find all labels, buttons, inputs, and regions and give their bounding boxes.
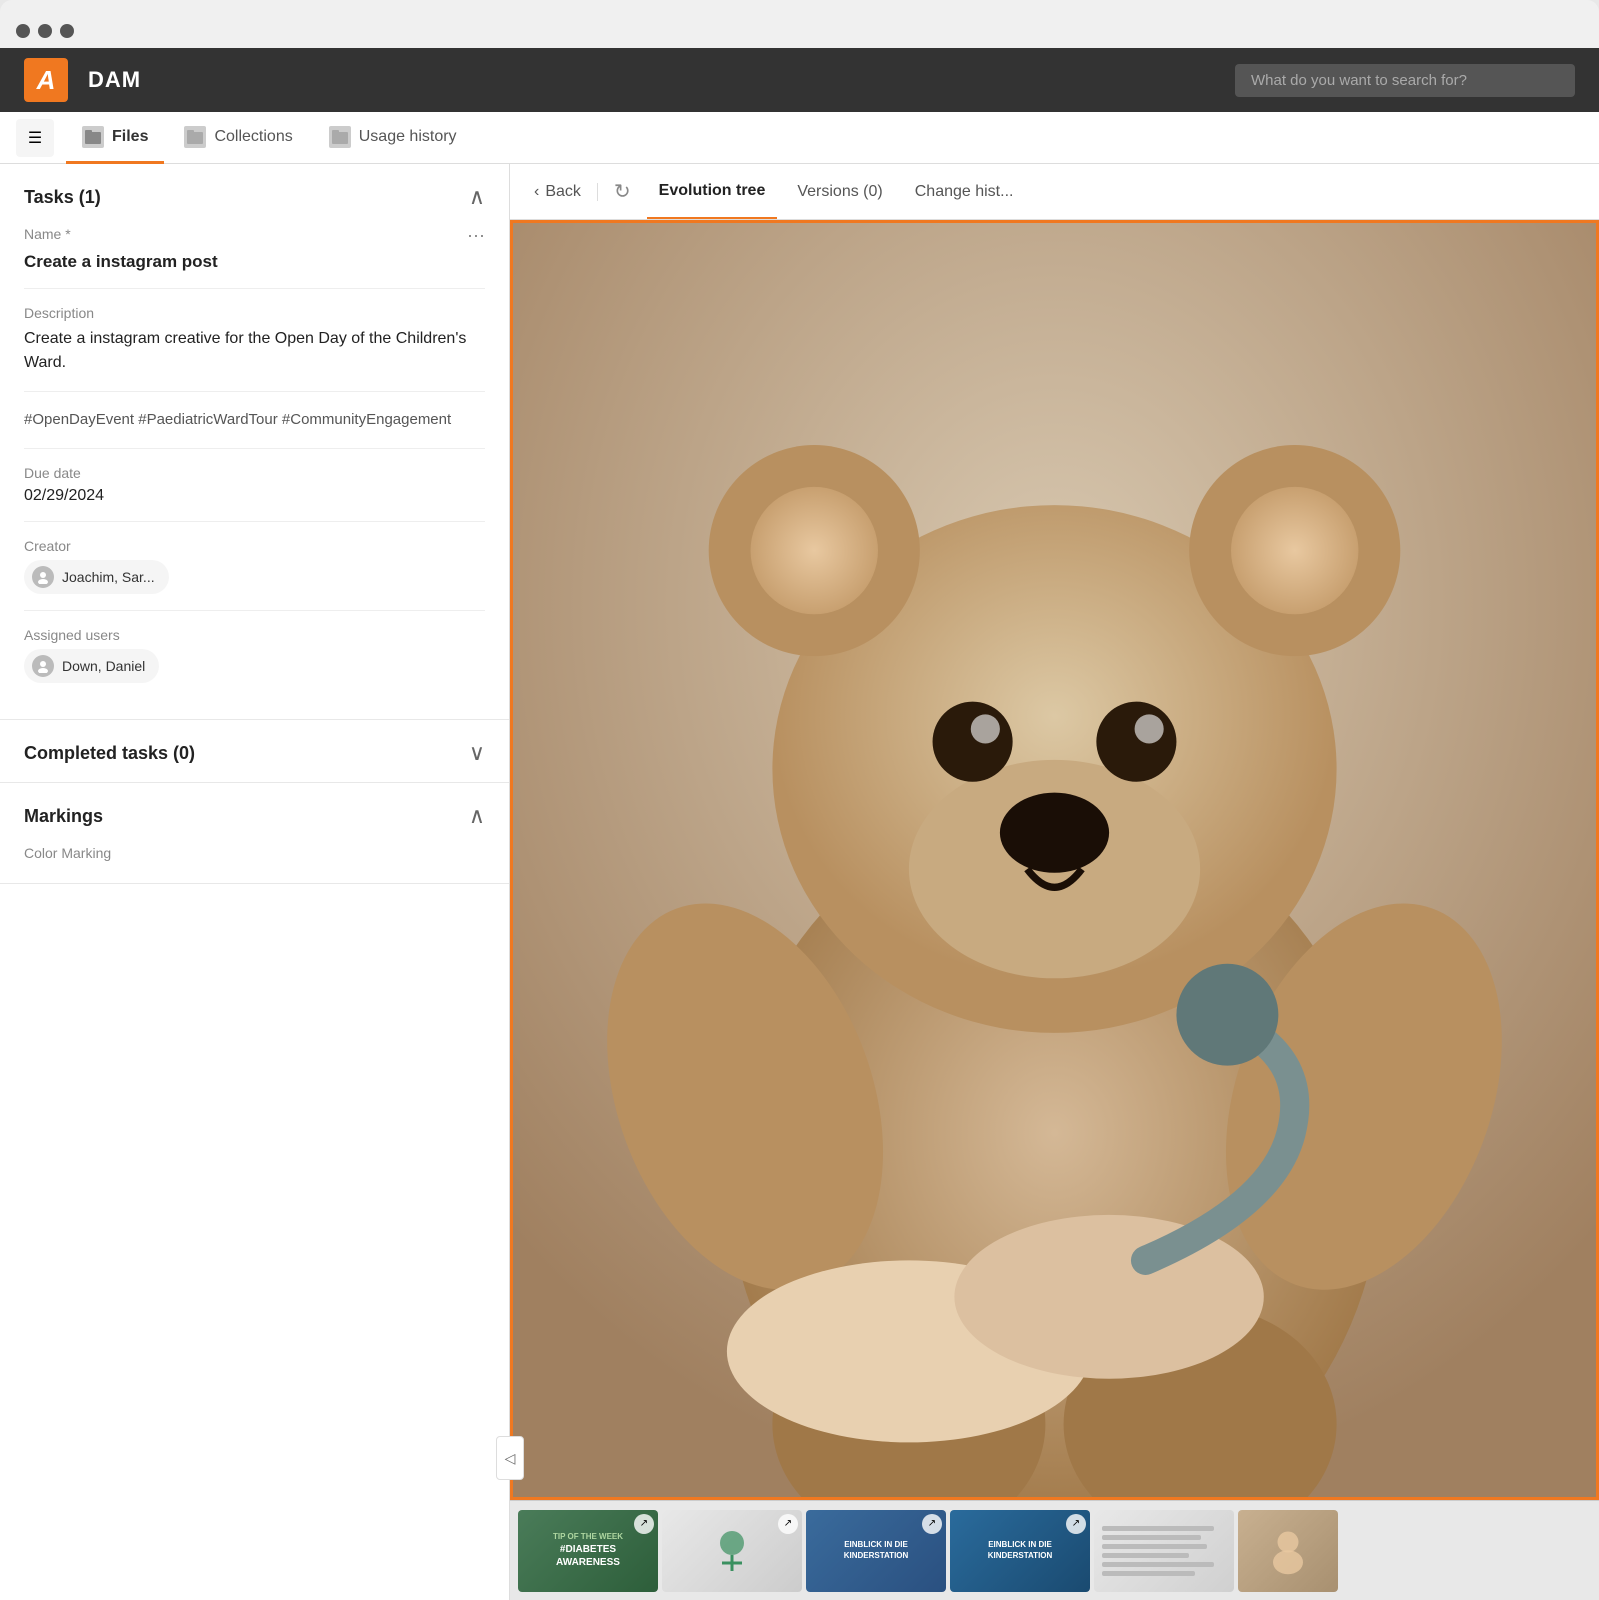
filmstrip: tip of the week #DIABETES AWARENESS ↗ [510, 1500, 1599, 1600]
traffic-light-maximize[interactable] [60, 24, 74, 38]
left-panel-wrapper: Tasks (1) ∧ Name * ⋯ Create a instagram … [0, 164, 510, 1600]
left-panel: Tasks (1) ∧ Name * ⋯ Create a instagram … [0, 164, 510, 1600]
hashtags-value: #OpenDayEvent #PaediatricWardTour #Commu… [24, 408, 485, 449]
markings-toggle[interactable]: ∧ [469, 803, 485, 829]
app-title: DAM [88, 67, 1215, 93]
tasks-section-header: Tasks (1) ∧ [0, 164, 509, 226]
creator-badge: Joachim, Sar... [24, 560, 169, 594]
markings-content: Color Marking [0, 845, 509, 883]
top-bar: A DAM [0, 48, 1599, 112]
tab-evolution-tree[interactable]: Evolution tree [647, 164, 778, 219]
filmstrip-item-1[interactable]: tip of the week #DIABETES AWARENESS ↗ [518, 1510, 658, 1592]
filmstrip-item-3[interactable]: EINBLICK IN DIE KINDERSTATION ↗ [806, 1510, 946, 1592]
filmstrip-icon-4: ↗ [1066, 1514, 1086, 1534]
tab-files-label: Files [112, 128, 148, 146]
assigned-user-avatar-icon [32, 655, 54, 677]
creator-label: Creator [24, 538, 485, 554]
menu-icon: ☰ [28, 128, 42, 148]
completed-tasks-toggle[interactable]: ∨ [469, 740, 485, 766]
tab-usage-history-label: Usage history [359, 128, 457, 146]
traffic-light-minimize[interactable] [38, 24, 52, 38]
main-content: Tasks (1) ∧ Name * ⋯ Create a instagram … [0, 164, 1599, 1600]
filmstrip-item-5[interactable] [1094, 1510, 1234, 1592]
assigned-users-label: Assigned users [24, 627, 485, 643]
markings-header: Markings ∧ [0, 783, 509, 845]
right-toolbar: ‹ Back ↻ Evolution tree Versions (0) Cha… [510, 164, 1599, 220]
panel-collapse-icon: ◁ [505, 1450, 516, 1467]
markings-title: Markings [24, 806, 103, 827]
tab-files[interactable]: Files [66, 113, 164, 164]
filmstrip-thumb-5 [1094, 1510, 1234, 1592]
assigned-user-badge: Down, Daniel [24, 649, 159, 683]
completed-tasks-title: Completed tasks (0) [24, 743, 195, 764]
logo-letter: A [37, 65, 56, 96]
versions-label: Versions (0) [797, 183, 882, 201]
panel-collapse-button[interactable]: ◁ [496, 1436, 524, 1480]
tab-usage-history[interactable]: Usage history [313, 113, 473, 164]
teddy-image [513, 223, 1596, 1497]
tab-collections-label: Collections [214, 128, 292, 146]
asset-image-area [510, 220, 1599, 1500]
filmstrip-item-4[interactable]: EINBLICK IN DIE KINDERSTATION ↗ [950, 1510, 1090, 1592]
task-name-value: Create a instagram post [24, 252, 485, 289]
creator-avatar-icon [32, 566, 54, 588]
name-label: Name * [24, 226, 71, 242]
due-date-value: 02/29/2024 [24, 487, 485, 522]
menu-button[interactable]: ☰ [16, 119, 54, 157]
files-tab-icon [82, 126, 104, 148]
assigned-user-name: Down, Daniel [62, 658, 145, 674]
change-history-label: Change hist... [915, 183, 1014, 201]
tab-collections[interactable]: Collections [168, 113, 308, 164]
tasks-section-title: Tasks (1) [24, 187, 101, 208]
description-label: Description [24, 305, 485, 321]
filmstrip-thumb-6 [1238, 1510, 1338, 1592]
filmstrip-icon-1: ↗ [634, 1514, 654, 1534]
tab-versions[interactable]: Versions (0) [785, 164, 894, 219]
assigned-users-field: Down, Daniel [24, 649, 485, 699]
refresh-button[interactable]: ↻ [614, 179, 631, 204]
description-value: Create a instagram creative for the Open… [24, 327, 485, 392]
markings-section: Markings ∧ Color Marking [0, 783, 509, 884]
tasks-collapse-button[interactable]: ∧ [469, 184, 485, 210]
name-row: Name * ⋯ [24, 226, 485, 248]
collections-tab-icon [184, 126, 206, 148]
traffic-light-close[interactable] [16, 24, 30, 38]
completed-tasks-section: Completed tasks (0) ∨ [0, 720, 509, 783]
due-date-label: Due date [24, 465, 485, 481]
color-marking-label: Color Marking [24, 845, 485, 861]
completed-tasks-header: Completed tasks (0) ∨ [0, 720, 509, 782]
logo: A [24, 58, 68, 102]
right-panel: ‹ Back ↻ Evolution tree Versions (0) Cha… [510, 164, 1599, 1600]
tab-change-history[interactable]: Change hist... [903, 164, 1026, 219]
creator-name: Joachim, Sar... [62, 569, 155, 585]
more-options-button[interactable]: ⋯ [467, 226, 485, 247]
back-chevron-icon: ‹ [534, 183, 539, 201]
evolution-tree-label: Evolution tree [659, 182, 766, 200]
search-input[interactable] [1235, 64, 1575, 97]
back-button[interactable]: ‹ Back [534, 183, 598, 201]
back-label: Back [545, 183, 581, 201]
tasks-section: Tasks (1) ∧ Name * ⋯ Create a instagram … [0, 164, 509, 720]
filmstrip-icon-2: ↗ [778, 1514, 798, 1534]
filmstrip-icon-3: ↗ [922, 1514, 942, 1534]
app-container: A DAM ☰ Files Collectio [0, 48, 1599, 1600]
creator-field: Joachim, Sar... [24, 560, 485, 611]
filmstrip-item-2[interactable]: ↗ [662, 1510, 802, 1592]
filmstrip-item-6[interactable] [1238, 1510, 1338, 1592]
usage-tab-icon [329, 126, 351, 148]
task-details: Name * ⋯ Create a instagram post Descrip… [0, 226, 509, 719]
nav-tabs: ☰ Files Collections [0, 112, 1599, 164]
window-chrome [0, 0, 1599, 48]
